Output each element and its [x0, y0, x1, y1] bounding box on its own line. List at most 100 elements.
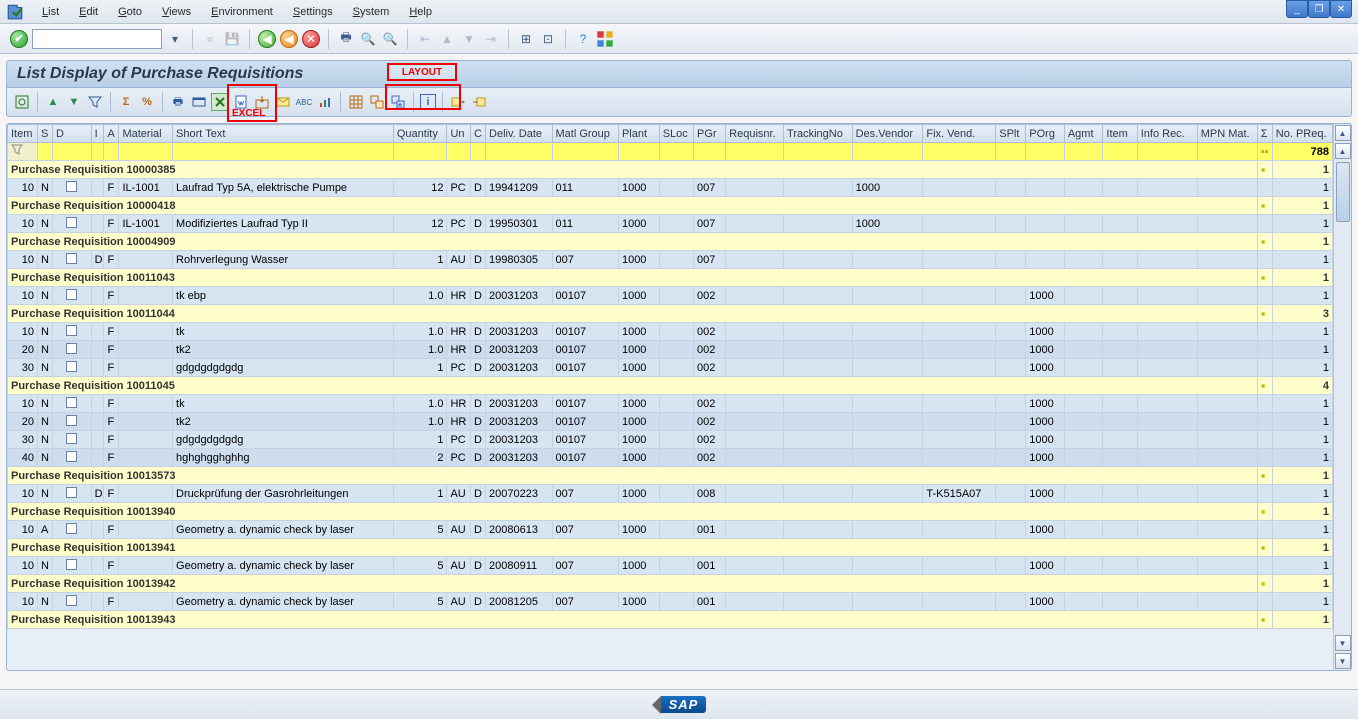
table-row[interactable]: 30NFgdgdgdgdgdg1PCD200312030010710000021…	[8, 359, 1333, 377]
sort-desc-icon[interactable]: ▼	[65, 93, 83, 111]
enter-button[interactable]: ✔	[10, 30, 28, 48]
scroll-up-icon[interactable]: ▲	[1335, 143, 1351, 159]
column-header[interactable]: Des.Vendor	[852, 125, 923, 143]
table-row[interactable]: 10NDFDruckprüfung der Gasrohrleitungen1A…	[8, 485, 1333, 503]
group-header[interactable]: Purchase Requisition 10013941▪1	[8, 539, 1333, 557]
column-header[interactable]: Deliv. Date	[486, 125, 552, 143]
column-header[interactable]: Item	[1103, 125, 1137, 143]
sort-asc-icon[interactable]: ▲	[44, 93, 62, 111]
filter-icon[interactable]	[86, 93, 104, 111]
table-header[interactable]: ItemSDIAMaterialShort TextQuantityUnCDel…	[8, 125, 1333, 143]
column-header[interactable]: POrg	[1026, 125, 1065, 143]
change-layout-icon[interactable]	[347, 93, 365, 111]
table-row[interactable]: 10NFtk1.0HRD2003120300107100000210001	[8, 323, 1333, 341]
total-icon[interactable]: Σ	[117, 93, 135, 111]
scroll-up-icon[interactable]: ▲	[1335, 125, 1351, 141]
exit-icon[interactable]: ◀	[280, 30, 298, 48]
help-icon[interactable]: ?	[574, 30, 592, 48]
table-row[interactable]: 10NFIL-1001Laufrad Typ 5A, elektrische P…	[8, 179, 1333, 197]
column-header[interactable]: Plant	[618, 125, 659, 143]
group-header[interactable]: Purchase Requisition 10013573▪1	[8, 467, 1333, 485]
session-icon[interactable]	[6, 4, 24, 20]
column-header[interactable]: I	[91, 125, 104, 143]
minimize-button[interactable]: _	[1286, 0, 1308, 18]
table-row[interactable]: 10NFIL-1001Modifiziertes Laufrad Typ II1…	[8, 215, 1333, 233]
menu-goto[interactable]: Goto	[118, 6, 142, 18]
group-header[interactable]: Purchase Requisition 10011043▪1	[8, 269, 1333, 287]
checkbox[interactable]	[66, 487, 77, 498]
table-row[interactable]: 10NFGeometry a. dynamic check by laser5A…	[8, 593, 1333, 611]
command-field[interactable]	[32, 29, 162, 49]
menu-system[interactable]: System	[353, 6, 390, 18]
abc-icon[interactable]: ABC	[295, 93, 313, 111]
column-header[interactable]: No. PReq.	[1272, 125, 1332, 143]
shortcut-icon[interactable]: ⊡	[539, 30, 557, 48]
column-header[interactable]: Requisnr.	[726, 125, 784, 143]
column-header[interactable]: PGr	[693, 125, 725, 143]
checkbox[interactable]	[66, 361, 77, 372]
group-header[interactable]: Purchase Requisition 10011045▪4	[8, 377, 1333, 395]
column-header[interactable]: S	[38, 125, 53, 143]
new-session-icon[interactable]: ⊞	[517, 30, 535, 48]
checkbox[interactable]	[66, 415, 77, 426]
graphic-icon[interactable]	[316, 93, 334, 111]
view-icon[interactable]	[190, 93, 208, 111]
column-header[interactable]: Item	[8, 125, 38, 143]
table-row[interactable]: 20NFtk21.0HRD2003120300107100000210001	[8, 341, 1333, 359]
checkbox[interactable]	[66, 559, 77, 570]
back-double-icon[interactable]: «	[201, 30, 219, 48]
column-header[interactable]: TrackingNo	[784, 125, 853, 143]
column-header[interactable]: Matl Group	[552, 125, 618, 143]
table-row[interactable]: 30NFgdgdgdgdgdg1PCD200312030010710000021…	[8, 431, 1333, 449]
checkbox[interactable]	[66, 451, 77, 462]
column-header[interactable]: Short Text	[173, 125, 394, 143]
group-header[interactable]: Purchase Requisition 10000385▪1	[8, 161, 1333, 179]
scroll-thumb[interactable]	[1336, 162, 1350, 222]
table-row[interactable]: 10NDFRohrverlegung Wasser1AUD19980305007…	[8, 251, 1333, 269]
checkbox[interactable]	[66, 289, 77, 300]
table-row[interactable]: 20NFtk21.0HRD2003120300107100000210001	[8, 413, 1333, 431]
column-header[interactable]: C	[471, 125, 486, 143]
menu-environment[interactable]: Environment	[211, 6, 273, 18]
column-header[interactable]: Agmt	[1064, 125, 1103, 143]
column-header[interactable]: Material	[119, 125, 173, 143]
customize-icon[interactable]	[596, 30, 614, 48]
menu-edit[interactable]: Edit	[79, 6, 98, 18]
select-layout-icon[interactable]	[368, 93, 386, 111]
checkbox[interactable]	[66, 253, 77, 264]
table-row[interactable]: 10NFtk1.0HRD2003120300107100000210001	[8, 395, 1333, 413]
checkbox[interactable]	[66, 217, 77, 228]
checkbox[interactable]	[66, 595, 77, 606]
menu-views[interactable]: Views	[162, 6, 191, 18]
menu-help[interactable]: Help	[409, 6, 432, 18]
column-header[interactable]: Fix. Vend.	[923, 125, 996, 143]
group-header[interactable]: Purchase Requisition 10011044▪3	[8, 305, 1333, 323]
checkbox[interactable]	[66, 343, 77, 354]
column-header[interactable]: D	[53, 125, 92, 143]
find-next-icon[interactable]: 🔍	[381, 30, 399, 48]
print-icon[interactable]: 🖶	[337, 30, 355, 48]
table-row[interactable]: 10NFtk ebp1.0HRD200312030010710000021000…	[8, 287, 1333, 305]
menu-settings[interactable]: Settings	[293, 6, 333, 18]
subtotal-icon[interactable]: %	[138, 93, 156, 111]
group-header[interactable]: Purchase Requisition 10013942▪1	[8, 575, 1333, 593]
print-preview-icon[interactable]: 🖶	[169, 93, 187, 111]
details-icon[interactable]	[13, 93, 31, 111]
table-row[interactable]: 40NFhghghgghghhg2PCD20031203001071000002…	[8, 449, 1333, 467]
back-icon[interactable]: ◀	[258, 30, 276, 48]
column-header[interactable]: Un	[447, 125, 471, 143]
group-header[interactable]: Purchase Requisition 10013943▪1	[8, 611, 1333, 629]
column-header[interactable]: A	[104, 125, 119, 143]
vertical-scrollbar[interactable]: ▲ ▲ ▼ ▼	[1333, 124, 1351, 670]
menu-list[interactable]: List	[42, 6, 59, 18]
table-row[interactable]: 10AFGeometry a. dynamic check by laser5A…	[8, 521, 1333, 539]
column-header[interactable]: Info Rec.	[1137, 125, 1197, 143]
find-icon[interactable]: 🔍	[359, 30, 377, 48]
column-header[interactable]: MPN Mat.	[1197, 125, 1257, 143]
checkbox[interactable]	[66, 433, 77, 444]
group-header[interactable]: Purchase Requisition 10000418▪1	[8, 197, 1333, 215]
column-header[interactable]: SLoc	[659, 125, 693, 143]
column-header[interactable]: Σ	[1257, 125, 1272, 143]
checkbox[interactable]	[66, 523, 77, 534]
column-header[interactable]: Quantity	[393, 125, 447, 143]
